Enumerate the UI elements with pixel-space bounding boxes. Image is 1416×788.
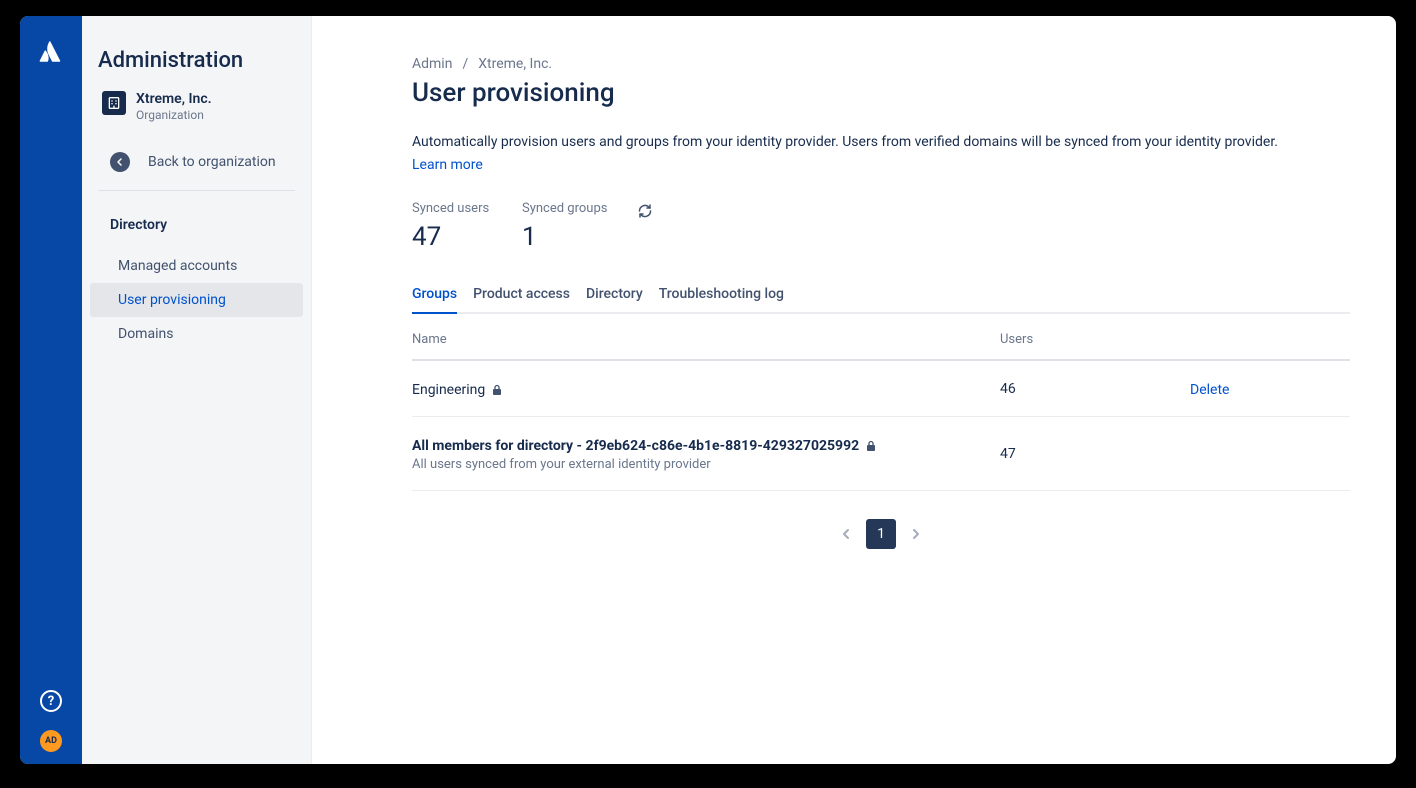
groups-table: Name Users Engineering 46 Delete [412,332,1350,491]
pagination: 1 [412,519,1350,549]
avatar[interactable]: AD [40,730,62,752]
table-row: All members for directory - 2f9eb624-c86… [412,417,1350,491]
app-title: Administration [82,48,311,91]
breadcrumb-admin[interactable]: Admin [412,56,452,72]
org-name: Xtreme, Inc. [136,91,212,108]
sidebar-item-user-provisioning[interactable]: User provisioning [90,283,303,317]
next-page-button[interactable] [904,522,928,546]
group-name-text: All members for directory - 2f9eb624-c86… [412,438,859,454]
tab-troubleshooting-log[interactable]: Troubleshooting log [659,280,784,312]
breadcrumb-separator: / [462,56,468,72]
group-name: All members for directory - 2f9eb624-c86… [412,438,876,454]
atlassian-logo-icon[interactable] [38,38,64,68]
org-switcher[interactable]: Xtreme, Inc. Organization [82,91,311,122]
group-subtitle: All users synced from your external iden… [412,457,1000,472]
group-name: Engineering [412,382,502,398]
prev-page-button[interactable] [834,522,858,546]
stat-label: Synced users [412,201,492,216]
group-name-text: Engineering [412,382,485,398]
lock-icon [866,440,876,452]
main-content: Admin / Xtreme, Inc. User provisioning A… [312,16,1396,764]
tab-product-access[interactable]: Product access [473,280,570,312]
divider [98,190,295,191]
sidebar-item-domains[interactable]: Domains [90,317,303,351]
group-users-count: 47 [1000,446,1190,462]
column-actions [1190,332,1350,347]
org-subtitle: Organization [136,108,212,122]
building-icon [102,91,126,115]
tab-groups[interactable]: Groups [412,280,457,312]
delete-button[interactable]: Delete [1190,382,1229,398]
group-users-count: 46 [1000,381,1190,397]
refresh-icon[interactable] [637,203,653,223]
tab-directory[interactable]: Directory [586,280,643,312]
stat-value: 1 [522,222,607,252]
stat-synced-users: Synced users 47 [412,201,492,252]
table-header: Name Users [412,332,1350,361]
page-number[interactable]: 1 [866,519,896,549]
column-users: Users [1000,332,1190,347]
breadcrumb: Admin / Xtreme, Inc. [412,56,1350,72]
sidebar-heading: Directory [82,209,311,249]
tabs: Groups Product access Directory Troubles… [412,280,1350,314]
learn-more-link[interactable]: Learn more [412,157,483,173]
stat-value: 47 [412,222,492,252]
back-to-organization[interactable]: Back to organization [82,140,311,190]
sidebar: Administration Xtreme, Inc. Organization [82,16,312,764]
table-row: Engineering 46 Delete [412,361,1350,417]
arrow-left-icon [110,152,130,172]
column-name: Name [412,332,1000,347]
stat-synced-groups: Synced groups 1 [522,201,607,252]
back-link-label: Back to organization [148,154,276,170]
sidebar-item-managed-accounts[interactable]: Managed accounts [90,249,303,283]
page-description: Automatically provision users and groups… [412,134,1350,150]
global-nav-rail: ? AD [20,16,82,764]
stat-label: Synced groups [522,201,607,216]
help-icon[interactable]: ? [40,690,62,712]
page-title: User provisioning [412,78,1350,108]
breadcrumb-org[interactable]: Xtreme, Inc. [478,56,552,72]
stats-row: Synced users 47 Synced groups 1 [412,201,1350,252]
lock-icon [492,384,502,396]
